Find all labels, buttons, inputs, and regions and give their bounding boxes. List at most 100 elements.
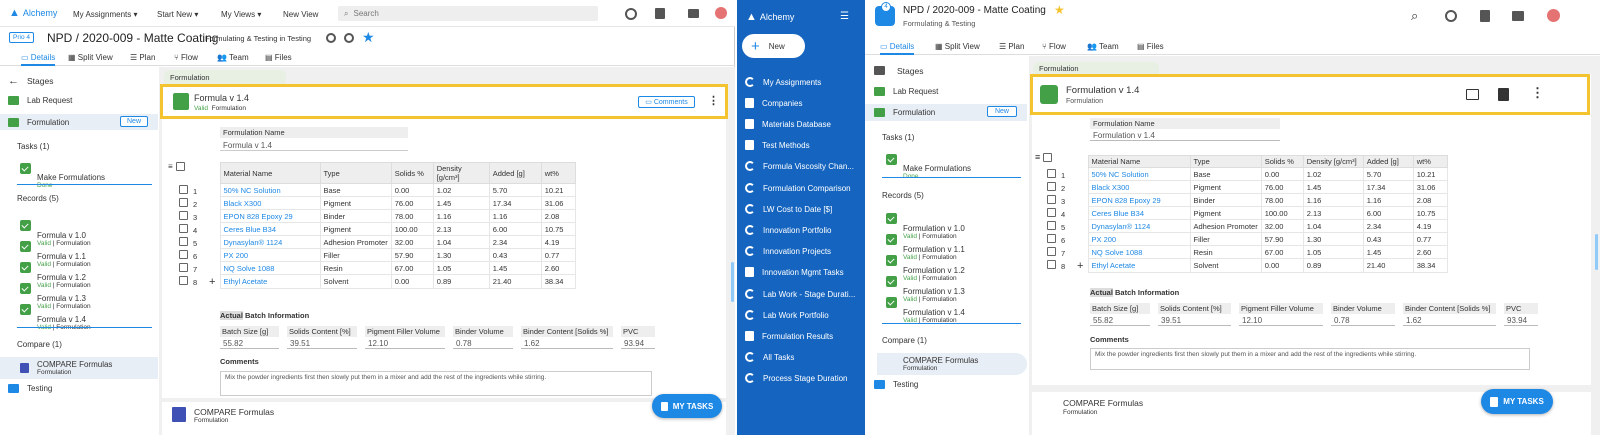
row-checkbox[interactable] [179, 223, 188, 233]
material-link[interactable]: Ethyl Acetate [1087, 258, 1191, 273]
table-row[interactable]: 8 + Ethyl Acetate Solvent 0.00 0.89 21.40 38.34 [1044, 258, 1448, 273]
clipboard-icon[interactable] [1480, 10, 1490, 22]
list-item[interactable]: Formula v 1.0 Valid | Formulation [20, 218, 91, 247]
table-row[interactable]: 4 Ceres Blue B34 Pigment 100.00 2.13 6.00 10.7… [176, 222, 576, 236]
binder-volume-field[interactable]: Binder Volume 0.78 [453, 326, 513, 349]
logo[interactable]: ▲ Alchemy [746, 11, 794, 23]
material-link[interactable]: Dynasylan® 1124 [1087, 219, 1191, 233]
nav-start-new[interactable]: Start New ▾ [157, 10, 198, 19]
chat-icon[interactable] [1512, 11, 1524, 21]
material-link[interactable]: Black X300 [1087, 180, 1191, 194]
sort-icon[interactable]: ≡ [1035, 152, 1040, 162]
pvc-field[interactable]: PVC 93.94 [621, 326, 655, 349]
sync-icon[interactable] [344, 33, 354, 43]
pvc-field[interactable]: PVC 93.94 [1504, 303, 1538, 326]
binder-content-field[interactable]: Binder Content [Solids %] 1.62 [1403, 303, 1496, 326]
sidebar-item[interactable]: My Assignments [745, 77, 821, 87]
comment-icon[interactable] [1466, 89, 1479, 100]
new-button[interactable]: New [987, 106, 1017, 117]
row-checkbox[interactable] [179, 262, 188, 272]
tab-plan[interactable]: ☰ Plan [999, 42, 1024, 51]
row-checkbox[interactable] [1047, 181, 1056, 191]
material-link[interactable]: 50% NC Solution [1087, 167, 1191, 181]
tab-details[interactable]: ▭ Details [21, 53, 56, 66]
stage-testing[interactable]: Testing [874, 380, 918, 389]
sidebar-item[interactable]: Formulation Comparison [745, 183, 851, 193]
avatar[interactable] [1547, 9, 1560, 22]
row-checkbox[interactable] [179, 249, 188, 259]
back-arrow-icon[interactable]: ← [8, 75, 19, 87]
table-row[interactable]: 4 Ceres Blue B34 Pigment 100.00 2.13 6.00 10.7… [1044, 206, 1448, 220]
collapse-menu-icon[interactable]: ☰ [840, 11, 849, 22]
row-checkbox[interactable] [179, 184, 188, 194]
compare-item[interactable]: COMPARE Formulas Formulation [877, 353, 1027, 375]
search-input[interactable]: ⌕ Search [338, 6, 598, 21]
formulation-name-field[interactable]: Formulation v 1.4 [1090, 129, 1280, 141]
list-item[interactable]: Formulation v 1.2 Valid | Formulation [886, 253, 965, 282]
row-checkbox[interactable] [1047, 260, 1056, 269]
table-row[interactable]: 2 Black X300 Pigment 76.00 1.45 17.34 31.06 [1044, 180, 1448, 194]
table-row[interactable]: 7 NQ Solve 1088 Resin 67.00 1.05 1.45 2.60 [176, 261, 576, 275]
nav-my-views[interactable]: My Views ▾ [221, 10, 261, 19]
scrollbar[interactable] [1595, 234, 1598, 270]
row-checkbox[interactable] [179, 197, 188, 207]
table-row[interactable]: 7 NQ Solve 1088 Resin 67.00 1.05 1.45 2.60 [1044, 245, 1448, 259]
table-row[interactable]: 6 PX 200 Filler 57.90 1.30 0.43 0.77 [176, 248, 576, 262]
stage-formulation[interactable]: Formulation New [0, 114, 158, 130]
compare-card[interactable]: COMPARE Formulas Formulation [162, 402, 726, 435]
sidebar-item[interactable]: Lab Work Portfolio [745, 310, 829, 320]
list-item[interactable]: Formula v 1.3 Valid | Formulation [20, 281, 91, 310]
chat-icon[interactable] [688, 9, 699, 18]
stage-lab-request[interactable]: Lab Request [8, 96, 72, 105]
sidebar-item[interactable]: Companies [745, 98, 802, 108]
add-row-icon[interactable]: + [209, 276, 215, 288]
calendar-icon[interactable] [655, 8, 665, 19]
comments-field[interactable]: Mix the powder ingredients first then sl… [220, 371, 652, 396]
batch-size-field[interactable]: Batch Size [g] 55.82 [1090, 303, 1150, 326]
batch-size-field[interactable]: Batch Size [g] 55.82 [220, 326, 279, 349]
stage-lab-request[interactable]: Lab Request [874, 87, 938, 96]
pigment-filler-volume-field[interactable]: Pigment Filler Volume 12.10 [365, 326, 445, 349]
more-vert-icon[interactable]: ⋮ [708, 94, 719, 107]
list-item[interactable]: Formula v 1.2 Valid | Formulation [20, 260, 91, 289]
list-item[interactable]: Formulation v 1.1 Valid | Formulation [886, 232, 965, 261]
binder-content-field[interactable]: Binder Content [Solids %] 1.62 [521, 326, 613, 349]
row-checkbox[interactable] [1047, 233, 1056, 243]
new-button[interactable]: + New [742, 34, 805, 58]
table-row[interactable]: 6 PX 200 Filler 57.90 1.30 0.43 0.77 [1044, 232, 1448, 246]
material-link[interactable]: EPON 828 Epoxy 29 [1087, 193, 1191, 207]
list-item[interactable]: Formulation v 1.3 Valid | Formulation [886, 274, 965, 303]
list-item[interactable]: Formula v 1.1 Valid | Formulation [20, 239, 91, 268]
progress-icon[interactable] [1445, 10, 1457, 22]
material-link[interactable]: Ethyl Acetate [219, 274, 321, 289]
copy-icon[interactable] [1498, 88, 1509, 101]
solids-content-field[interactable]: Solids Content [%] 39.51 [287, 326, 357, 349]
sidebar-item[interactable]: All Tasks [745, 352, 794, 362]
tab-flow[interactable]: ⑂ Flow [1042, 42, 1066, 51]
tab-team[interactable]: 👥 Team [1087, 42, 1119, 51]
sidebar-item[interactable]: Innovation Projects [745, 246, 831, 256]
sidebar-item[interactable]: Formula Viscosity Chan... [745, 161, 854, 171]
refresh-icon[interactable] [326, 33, 336, 43]
row-checkbox[interactable] [179, 236, 188, 246]
pigment-filler-volume-field[interactable]: Pigment Filler Volume 12.10 [1239, 303, 1323, 326]
star-icon[interactable]: ★ [362, 29, 375, 46]
sidebar-item[interactable]: Test Methods [745, 140, 810, 150]
tab-team[interactable]: 👥 Team [217, 53, 249, 62]
row-checkbox[interactable] [179, 276, 188, 285]
material-link[interactable]: NQ Solve 1088 [1087, 245, 1191, 259]
sidebar-item[interactable]: Innovation Mgmt Tasks [745, 267, 844, 277]
new-button[interactable]: New [120, 116, 149, 127]
scrollbar[interactable] [731, 262, 734, 302]
sidebar-item[interactable]: Process Stage Duration [745, 373, 848, 383]
avatar[interactable] [715, 7, 727, 19]
nav-my-assignments[interactable]: My Assignments ▾ [73, 10, 138, 19]
table-row[interactable]: 1 50% NC Solution Base 0.00 1.02 5.70 10.21 [1044, 167, 1448, 181]
my-tasks-button[interactable]: MY TASKS [652, 394, 722, 418]
compare-item[interactable]: COMPARE Formulas Formulation [0, 357, 158, 379]
material-link[interactable]: NQ Solve 1088 [219, 261, 321, 275]
table-row[interactable]: 8 + Ethyl Acetate Solvent 0.00 0.89 21.40 38.34 [176, 274, 576, 289]
comments-button[interactable]: ▭ Comments [638, 96, 695, 108]
more-vert-icon[interactable]: ⋮ [1531, 85, 1544, 101]
table-row[interactable]: 5 Dynasylan® 1124 Adhesion Promoter 32.00 1.… [176, 235, 576, 249]
